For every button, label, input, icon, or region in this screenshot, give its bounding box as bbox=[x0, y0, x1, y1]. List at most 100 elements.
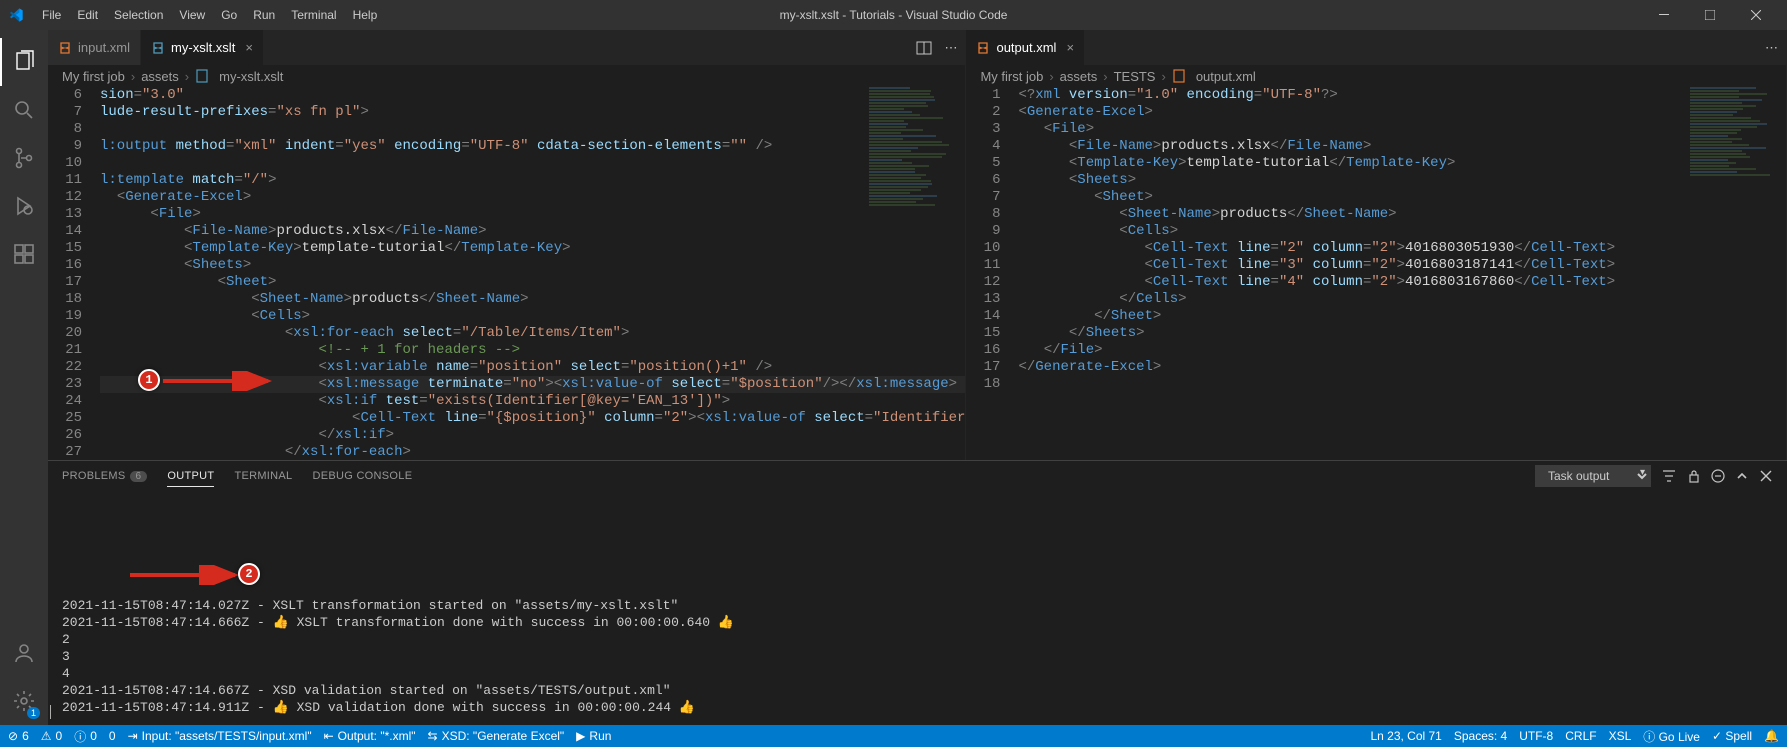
line-number[interactable]: 16 bbox=[48, 257, 82, 274]
code-line[interactable]: </xsl:if> bbox=[100, 427, 965, 444]
code-line[interactable] bbox=[1018, 376, 1786, 393]
code-line[interactable]: <File-Name>products.xlsx</File-Name> bbox=[100, 223, 965, 240]
code-line[interactable]: <Cell-Text line="4" column="2">401680316… bbox=[1018, 274, 1786, 291]
menu-edit[interactable]: Edit bbox=[69, 4, 106, 26]
panel-tab-problems[interactable]: PROBLEMS6 bbox=[62, 466, 147, 486]
search-icon[interactable] bbox=[0, 86, 48, 134]
line-number[interactable]: 25 bbox=[48, 410, 82, 427]
clear-icon[interactable] bbox=[1711, 469, 1725, 483]
status-item[interactable]: ⊘6 bbox=[8, 729, 29, 743]
code-line[interactable]: <Cell-Text line="3" column="2">401680318… bbox=[1018, 257, 1786, 274]
explorer-icon[interactable] bbox=[0, 38, 48, 86]
code-line[interactable]: lude-result-prefixes="xs fn pl"> bbox=[100, 104, 965, 121]
code-line[interactable]: </File> bbox=[1018, 342, 1786, 359]
line-number[interactable]: 24 bbox=[48, 393, 82, 410]
line-number[interactable]: 8 bbox=[48, 121, 82, 138]
line-number[interactable]: 10 bbox=[48, 155, 82, 172]
status-item[interactable]: ⇤Output: "*.xml" bbox=[324, 729, 416, 743]
status-item[interactable]: Spaces: 4 bbox=[1454, 729, 1507, 743]
minimize-icon[interactable] bbox=[1641, 0, 1687, 30]
tab-close-icon[interactable]: × bbox=[1066, 40, 1074, 55]
breadcrumb-item[interactable]: My first job bbox=[980, 69, 1043, 84]
code-line[interactable] bbox=[100, 155, 965, 172]
code-line[interactable]: <Sheet-Name>products</Sheet-Name> bbox=[1018, 206, 1786, 223]
line-number[interactable]: 22 bbox=[48, 359, 82, 376]
task-output-select[interactable]: Task output bbox=[1535, 465, 1651, 487]
status-item[interactable]: 🔔 bbox=[1764, 729, 1779, 743]
code-line[interactable]: <Cells> bbox=[1018, 223, 1786, 240]
line-number[interactable]: 18 bbox=[966, 376, 1000, 393]
menu-run[interactable]: Run bbox=[245, 4, 283, 26]
code-line[interactable]: l:template match="/"> bbox=[100, 172, 965, 189]
code-line[interactable]: <File> bbox=[1018, 121, 1786, 138]
breadcrumb-item[interactable]: output.xml bbox=[1196, 69, 1256, 84]
line-number[interactable]: 21 bbox=[48, 342, 82, 359]
code-editor-right[interactable]: 123456789101112131415161718 <?xml versio… bbox=[966, 87, 1786, 460]
line-number[interactable]: 1 bbox=[966, 87, 1000, 104]
breadcrumb-right[interactable]: My first job›assets›TESTS›output.xml bbox=[966, 65, 1786, 87]
line-number[interactable]: 14 bbox=[48, 223, 82, 240]
line-number[interactable]: 17 bbox=[966, 359, 1000, 376]
close-icon[interactable] bbox=[1733, 0, 1779, 30]
line-number[interactable]: 6 bbox=[48, 87, 82, 104]
code-line[interactable]: <File> bbox=[100, 206, 965, 223]
line-number[interactable]: 27 bbox=[48, 444, 82, 460]
more-actions-icon[interactable]: ⋯ bbox=[1765, 40, 1778, 56]
line-number[interactable]: 17 bbox=[48, 274, 82, 291]
code-line[interactable]: sion="3.0" bbox=[100, 87, 965, 104]
source-control-icon[interactable] bbox=[0, 134, 48, 182]
breadcrumb-item[interactable]: my-xslt.xslt bbox=[219, 69, 283, 84]
line-number[interactable]: 13 bbox=[48, 206, 82, 223]
line-number[interactable]: 16 bbox=[966, 342, 1000, 359]
line-number[interactable]: 15 bbox=[48, 240, 82, 257]
code-line[interactable]: <Sheets> bbox=[100, 257, 965, 274]
menu-file[interactable]: File bbox=[34, 4, 69, 26]
line-number[interactable]: 11 bbox=[48, 172, 82, 189]
code-line[interactable]: <File-Name>products.xlsx</File-Name> bbox=[1018, 138, 1786, 155]
menu-help[interactable]: Help bbox=[345, 4, 386, 26]
line-number[interactable]: 9 bbox=[48, 138, 82, 155]
status-item[interactable]: XSL bbox=[1609, 729, 1632, 743]
output-panel-content[interactable]: 2 2021-11-15T08:47:14.027Z - XSLT transf… bbox=[48, 491, 1787, 725]
code-line[interactable]: <Cells> bbox=[100, 308, 965, 325]
breadcrumb-item[interactable]: assets bbox=[141, 69, 179, 84]
breadcrumb-item[interactable]: My first job bbox=[62, 69, 125, 84]
panel-tab-terminal[interactable]: TERMINAL bbox=[234, 466, 292, 486]
status-item[interactable]: ⚠0 bbox=[41, 729, 62, 743]
line-number[interactable]: 13 bbox=[966, 291, 1000, 308]
tab-output-xml[interactable]: output.xml× bbox=[966, 30, 1085, 65]
line-number[interactable]: 9 bbox=[966, 223, 1000, 240]
code-line[interactable]: <Sheet> bbox=[100, 274, 965, 291]
maximize-icon[interactable] bbox=[1687, 0, 1733, 30]
menu-view[interactable]: View bbox=[171, 4, 213, 26]
filter-icon[interactable] bbox=[1661, 468, 1677, 484]
line-number[interactable]: 18 bbox=[48, 291, 82, 308]
panel-tab-debug-console[interactable]: DEBUG CONSOLE bbox=[312, 466, 412, 486]
code-line[interactable]: <xsl:if test="exists(Identifier[@key='EA… bbox=[100, 393, 965, 410]
line-number[interactable]: 19 bbox=[48, 308, 82, 325]
code-line[interactable] bbox=[100, 121, 965, 138]
run-debug-icon[interactable] bbox=[0, 182, 48, 230]
code-editor-left[interactable]: 6789101112131415161718192021222324252627… bbox=[48, 87, 965, 460]
code-line[interactable]: </Generate-Excel> bbox=[1018, 359, 1786, 376]
status-item[interactable]: CRLF bbox=[1565, 729, 1596, 743]
line-number[interactable]: 7 bbox=[48, 104, 82, 121]
split-editor-icon[interactable] bbox=[916, 40, 932, 56]
code-line[interactable]: l:output method="xml" indent="yes" encod… bbox=[100, 138, 965, 155]
tab-input-xml[interactable]: input.xml bbox=[48, 30, 141, 65]
code-line[interactable]: </Sheet> bbox=[1018, 308, 1786, 325]
code-line[interactable]: <Template-Key>template-tutorial</Templat… bbox=[1018, 155, 1786, 172]
extensions-icon[interactable] bbox=[0, 230, 48, 278]
line-number[interactable]: 15 bbox=[966, 325, 1000, 342]
line-number[interactable]: 14 bbox=[966, 308, 1000, 325]
status-item[interactable]: ⇆XSD: "Generate Excel" bbox=[428, 729, 565, 743]
status-item[interactable]: ▶Run bbox=[576, 729, 611, 743]
breadcrumb-item[interactable]: TESTS bbox=[1114, 69, 1156, 84]
code-line[interactable]: <Generate-Excel> bbox=[100, 189, 965, 206]
lock-icon[interactable] bbox=[1687, 469, 1701, 483]
code-line[interactable]: <!-- + 1 for headers --> bbox=[100, 342, 965, 359]
code-line[interactable]: <Cell-Text line="2" column="2">401680305… bbox=[1018, 240, 1786, 257]
line-number[interactable]: 10 bbox=[966, 240, 1000, 257]
line-number[interactable]: 12 bbox=[48, 189, 82, 206]
breadcrumb-left[interactable]: My first job›assets›my-xslt.xslt bbox=[48, 65, 965, 87]
